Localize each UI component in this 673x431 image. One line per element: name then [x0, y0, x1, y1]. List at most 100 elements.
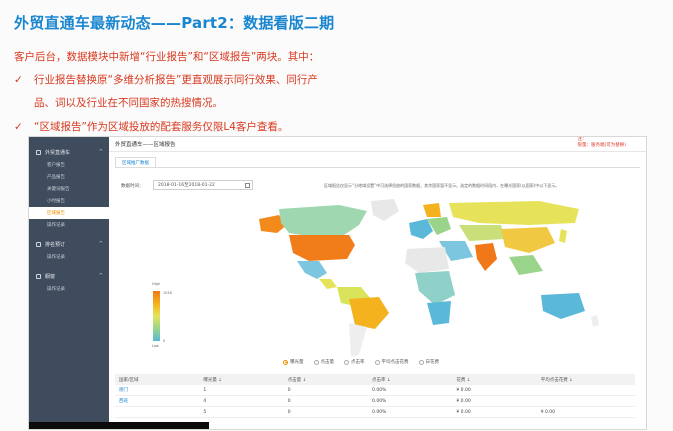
table-cell: 0 — [287, 398, 291, 404]
metric-avg-cpc[interactable]: 平均点击花费 — [374, 359, 409, 365]
grid-icon — [36, 241, 41, 247]
legend-min: 0 — [163, 339, 166, 343]
date-range-value: 2018-01-16至2018-01-22 — [158, 183, 215, 188]
table-cell: ¥ 0.00 — [456, 398, 471, 404]
sidebar-item-ranking-log[interactable]: 操作记录 — [29, 251, 109, 263]
corner-note-line2: 限量：服务端(可为替换) — [577, 143, 626, 148]
table-cell: ¥ 0.00 — [456, 409, 471, 415]
sidebar-group-ztc[interactable]: 外贸直通车 ^ — [29, 145, 109, 159]
table-cell: 0.00% — [372, 409, 387, 415]
map-region-greenland[interactable] — [371, 199, 399, 221]
map-region-canada[interactable] — [279, 205, 367, 237]
chevron-up-icon: ^ — [98, 149, 103, 155]
calendar-icon[interactable] — [245, 183, 250, 188]
metric-ctr[interactable]: 点击率 — [344, 359, 365, 365]
sidebar-item-window-log[interactable]: 操作记录 — [29, 283, 109, 295]
metric-daily-spend[interactable]: 日花费 — [418, 359, 439, 365]
map-region-scandinavia[interactable] — [423, 203, 441, 217]
radio-icon[interactable] — [374, 359, 380, 365]
legend-gradient-bar — [153, 291, 160, 341]
table-row: 5 0 0.00% ¥ 0.00 ¥ 0.00 — [115, 407, 635, 418]
sidebar-item-keyword-report[interactable]: 关键词报告 — [29, 183, 109, 195]
tab-divider — [115, 167, 640, 168]
table-cell: ¥ 0.00 — [456, 387, 471, 393]
table-row: 德门 1 0 0.00% ¥ 0.00 — [115, 385, 635, 396]
footer-bar — [29, 422, 209, 429]
map-region-south-america-south[interactable] — [349, 323, 367, 357]
map-region-india[interactable] — [475, 243, 497, 271]
breadcrumb: 外贸直通车——区域报告 — [115, 142, 176, 148]
map-region-china[interactable] — [501, 227, 555, 253]
sidebar-group-label: 外贸直通车 — [45, 149, 71, 156]
table-cell: 0.00% — [372, 398, 387, 404]
map-region-southeast-asia[interactable] — [509, 255, 543, 275]
table-cell: 0.00% — [372, 387, 387, 393]
region-link[interactable]: 西班 — [115, 398, 203, 404]
col-header-impressions[interactable]: 曝光量 ↓ — [203, 377, 287, 383]
sidebar-group-label: 橱窗 — [45, 273, 56, 280]
region-table: 国家/区域 曝光量 ↓ 点击量 ↓ 点击率 ↓ 花费 ↓ 平均点击花费 ↓ 德门… — [115, 374, 635, 418]
chevron-up-icon: ^ — [98, 241, 103, 247]
radio-icon[interactable] — [344, 359, 349, 365]
corner-note: 注： 限量：服务端(可为替换) — [577, 137, 626, 149]
legend-label-high: High — [152, 282, 161, 286]
map-region-north-africa[interactable] — [405, 247, 449, 273]
sidebar-item-region-report[interactable]: 区域报告 — [29, 207, 109, 219]
table-cell: ¥ 0.00 — [540, 409, 556, 415]
col-header-avg-cpc[interactable]: 平均点击花费 ↓ — [541, 377, 635, 383]
col-header-clicks[interactable]: 点击量 ↓ — [288, 377, 372, 383]
table-cell: 0 — [287, 409, 291, 415]
bullet-1-continuation: 品、词以及行业在不同国家的热搜情况。 — [34, 97, 223, 109]
metric-selector: 曝光量 点击量 点击率 平均点击花费 日花费 — [283, 359, 439, 365]
metric-impressions[interactable]: 曝光量 — [283, 359, 304, 365]
map-region-usa[interactable] — [289, 235, 355, 261]
legend-label-low: Low — [152, 344, 159, 348]
sidebar-group-ranking[interactable]: 排名预订 ^ — [29, 237, 109, 251]
sidebar-item-operation-log[interactable]: 操作记录 — [29, 219, 109, 231]
table-cell: 1 — [203, 387, 207, 393]
map-region-japan[interactable] — [559, 229, 567, 243]
radio-icon[interactable] — [418, 359, 424, 365]
metric-label: 曝光量 — [290, 360, 304, 365]
map-region-brazil[interactable] — [349, 297, 389, 329]
bullet-2: ✓ “区域报告”作为区域投放的配套服务仅限L4客户查看。 — [14, 119, 288, 134]
sidebar-group-window[interactable]: 橱窗 ^ — [29, 269, 109, 283]
legend-max: 1016 — [163, 291, 172, 295]
sidebar-group-label: 排名预订 — [45, 241, 66, 248]
app-screenshot: 外贸直通车 ^ 客户报告 产品报告 关键词报告 小时报告 区域报告 操作记录 排名… — [28, 136, 647, 430]
sidebar-item-customer-report[interactable]: 客户报告 — [29, 159, 109, 171]
col-header-ctr[interactable]: 点击率 ↓ — [372, 377, 456, 383]
table-cell: 5 — [203, 409, 207, 415]
radio-icon[interactable] — [313, 359, 319, 365]
bullet-1: ✓ 行业报告替换原“多维分析报告”更直观展示同行效果、同行产 — [14, 72, 318, 87]
sidebar-item-hourly-report[interactable]: 小时报告 — [29, 195, 109, 207]
grid-icon — [36, 149, 41, 155]
col-header-spend[interactable]: 花费 ↓ — [456, 377, 540, 383]
grid-icon — [36, 273, 41, 279]
map-note: 区域报告仅显示“分地域设置”中可选择投放的国家数据，其余国家暂不显示。选定的数据… — [324, 183, 560, 188]
map-region-africa-south[interactable] — [427, 301, 451, 325]
map-region-central-asia[interactable] — [459, 225, 505, 241]
col-header-region[interactable]: 国家/区域 — [115, 377, 203, 383]
metric-label: 点击率 — [351, 360, 365, 365]
map-region-russia[interactable] — [449, 201, 579, 225]
table-cell: 0 — [287, 387, 291, 393]
sidebar-item-product-report[interactable]: 产品报告 — [29, 171, 109, 183]
map-region-new-zealand[interactable] — [591, 315, 599, 327]
breadcrumb-bar: 外贸直通车——区域报告 注： 限量：服务端(可为替换) — [109, 137, 646, 152]
table-header: 国家/区域 曝光量 ↓ 点击量 ↓ 点击率 ↓ 花费 ↓ 平均点击花费 ↓ — [115, 374, 635, 385]
sidebar: 外贸直通车 ^ 客户报告 产品报告 关键词报告 小时报告 区域报告 操作记录 排名… — [29, 137, 109, 429]
chevron-up-icon: ^ — [98, 273, 103, 279]
region-link[interactable]: 德门 — [115, 387, 203, 393]
radio-selected-icon[interactable] — [283, 359, 288, 365]
map-region-central-america[interactable] — [319, 279, 337, 289]
table-row: 西班 4 0 0.00% ¥ 0.00 — [115, 396, 635, 407]
date-range-input[interactable]: 2018-01-16至2018-01-22 — [153, 180, 253, 190]
map-region-mexico[interactable] — [297, 261, 327, 279]
check-icon: ✓ — [14, 74, 23, 86]
metric-clicks[interactable]: 点击量 — [313, 359, 334, 365]
world-map[interactable] — [109, 195, 646, 360]
map-region-australia[interactable] — [541, 293, 585, 319]
map-region-africa-central[interactable] — [415, 271, 455, 305]
bullet-2-text: “区域报告”作为区域投放的配套服务仅限L4客户查看。 — [34, 121, 289, 133]
